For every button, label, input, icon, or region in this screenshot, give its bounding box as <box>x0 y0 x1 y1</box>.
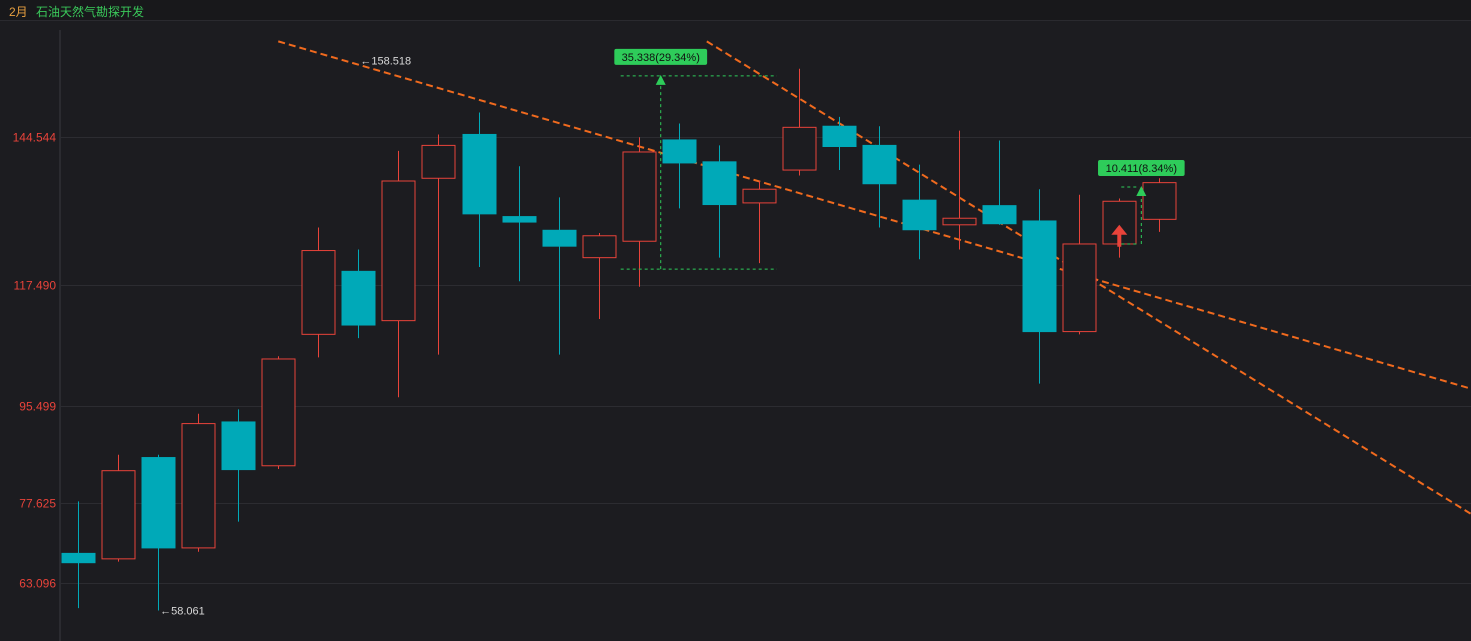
candle-body-down[interactable] <box>662 139 697 164</box>
candle-body-down[interactable] <box>702 161 737 206</box>
candle[interactable] <box>1142 178 1177 232</box>
candle-body-up[interactable] <box>261 358 296 467</box>
candle[interactable] <box>421 134 456 355</box>
y-tick-label: 63.096 <box>19 577 56 591</box>
candle[interactable] <box>822 116 857 171</box>
candle-body-down[interactable] <box>982 205 1017 225</box>
y-tick-label: 95.499 <box>19 400 56 414</box>
candle[interactable] <box>341 249 376 339</box>
candle-body-down[interactable] <box>1022 220 1057 333</box>
candle[interactable] <box>542 197 577 355</box>
candle[interactable] <box>742 181 777 264</box>
trendline[interactable] <box>277 40 1471 400</box>
candle-body-down[interactable] <box>862 144 897 185</box>
candle[interactable] <box>942 130 977 250</box>
low-price-label: ←58.061 <box>160 606 205 618</box>
stock-name[interactable]: 石油天然气勘探开发 <box>36 3 144 20</box>
candle[interactable] <box>61 501 96 609</box>
candle[interactable] <box>502 166 537 282</box>
candle[interactable] <box>702 145 737 258</box>
measure-label: 35.338(29.34%) <box>622 52 700 64</box>
y-tick-label: 117.490 <box>14 279 57 293</box>
candle-body-down[interactable] <box>61 552 96 564</box>
candle-body-up[interactable] <box>381 180 416 322</box>
candle[interactable] <box>261 356 296 470</box>
candle-body-down[interactable] <box>141 457 176 549</box>
y-axis: 144.544 117.490 95.499 77.625 63.096 <box>13 131 57 591</box>
candles[interactable] <box>61 68 1177 611</box>
candle-body-up[interactable] <box>181 423 216 549</box>
candle-body-up[interactable] <box>1142 182 1177 220</box>
candle-body-down[interactable] <box>502 216 537 223</box>
candle[interactable] <box>462 112 497 267</box>
candle[interactable] <box>1062 194 1097 335</box>
candle[interactable] <box>582 233 617 319</box>
candle-body-down[interactable] <box>902 199 937 231</box>
candle-body-down[interactable] <box>462 133 497 215</box>
candle-body-up[interactable] <box>301 250 336 335</box>
candle[interactable] <box>982 140 1017 225</box>
candle-body-up[interactable] <box>942 217 977 226</box>
candle-body-up[interactable] <box>582 235 617 259</box>
candle-body-up[interactable] <box>782 126 817 171</box>
period-label[interactable]: 2月 <box>9 3 28 20</box>
candle[interactable] <box>221 409 256 522</box>
candle-body-up[interactable] <box>101 470 136 560</box>
candle-body-up[interactable] <box>421 144 456 179</box>
candle[interactable] <box>181 413 216 552</box>
candle-body-up[interactable] <box>622 151 657 242</box>
candle[interactable] <box>141 454 176 611</box>
measure-arrow-icon <box>655 74 666 85</box>
candle-body-down[interactable] <box>341 270 376 326</box>
high-price-label: ←158.518 <box>360 55 411 67</box>
measure-label: 10.411(8.34%) <box>1106 163 1177 175</box>
candlestick-chart[interactable]: 144.544 117.490 95.499 77.625 63.096 ←158.51… <box>0 20 1471 641</box>
candle[interactable] <box>301 227 336 358</box>
candle[interactable] <box>381 150 416 398</box>
chart-header: 2月 石油天然气勘探开发 <box>0 0 1471 21</box>
candle-body-up[interactable] <box>742 188 777 204</box>
grid <box>59 30 1471 641</box>
candle[interactable] <box>622 137 657 287</box>
candle-body-up[interactable] <box>1062 243 1097 333</box>
candle[interactable] <box>782 68 817 176</box>
candle[interactable] <box>662 123 697 209</box>
candle-body-down[interactable] <box>822 125 857 148</box>
candle[interactable] <box>101 454 136 562</box>
candle-body-down[interactable] <box>542 229 577 247</box>
y-tick-label: 144.544 <box>13 131 57 145</box>
trendlines[interactable] <box>277 40 1471 539</box>
candle[interactable] <box>1022 189 1057 384</box>
candle[interactable] <box>902 164 937 260</box>
candle-body-down[interactable] <box>221 421 256 471</box>
y-tick-label: 77.625 <box>19 497 56 511</box>
